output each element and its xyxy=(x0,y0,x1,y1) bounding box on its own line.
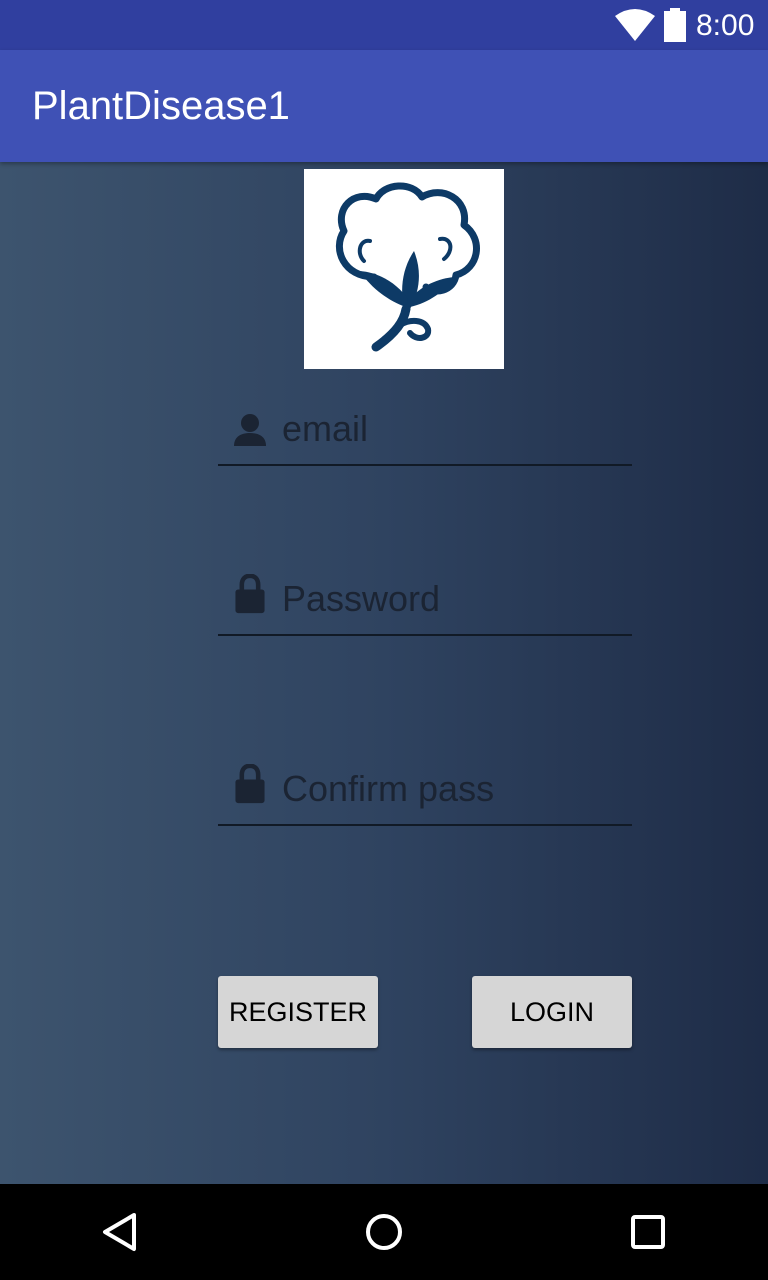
status-time: 8:00 xyxy=(696,9,755,42)
login-button[interactable]: LOGIN xyxy=(472,976,632,1048)
battery-icon xyxy=(664,8,686,42)
recents-icon[interactable] xyxy=(628,1212,668,1252)
app-bar: PlantDisease1 xyxy=(0,50,768,162)
confirm-password-field-container xyxy=(218,756,632,826)
person-icon xyxy=(234,414,266,446)
password-input[interactable] xyxy=(282,566,626,632)
home-icon[interactable] xyxy=(364,1212,404,1252)
cotton-logo-icon xyxy=(336,182,480,352)
cotton-plant-logo xyxy=(304,169,504,369)
lock-icon xyxy=(235,764,265,804)
email-input[interactable] xyxy=(282,396,626,462)
password-field-container xyxy=(218,566,632,636)
app-title: PlantDisease1 xyxy=(32,84,290,128)
wifi-icon xyxy=(615,9,655,41)
email-field-container xyxy=(218,396,632,466)
login-screen: REGISTER LOGIN xyxy=(0,162,768,1184)
lock-icon xyxy=(235,574,265,614)
back-icon[interactable] xyxy=(100,1212,140,1252)
navigation-bar xyxy=(0,1184,768,1280)
status-bar: 8:00 xyxy=(0,0,768,50)
register-button[interactable]: REGISTER xyxy=(218,976,378,1048)
confirm-password-input[interactable] xyxy=(282,756,626,822)
